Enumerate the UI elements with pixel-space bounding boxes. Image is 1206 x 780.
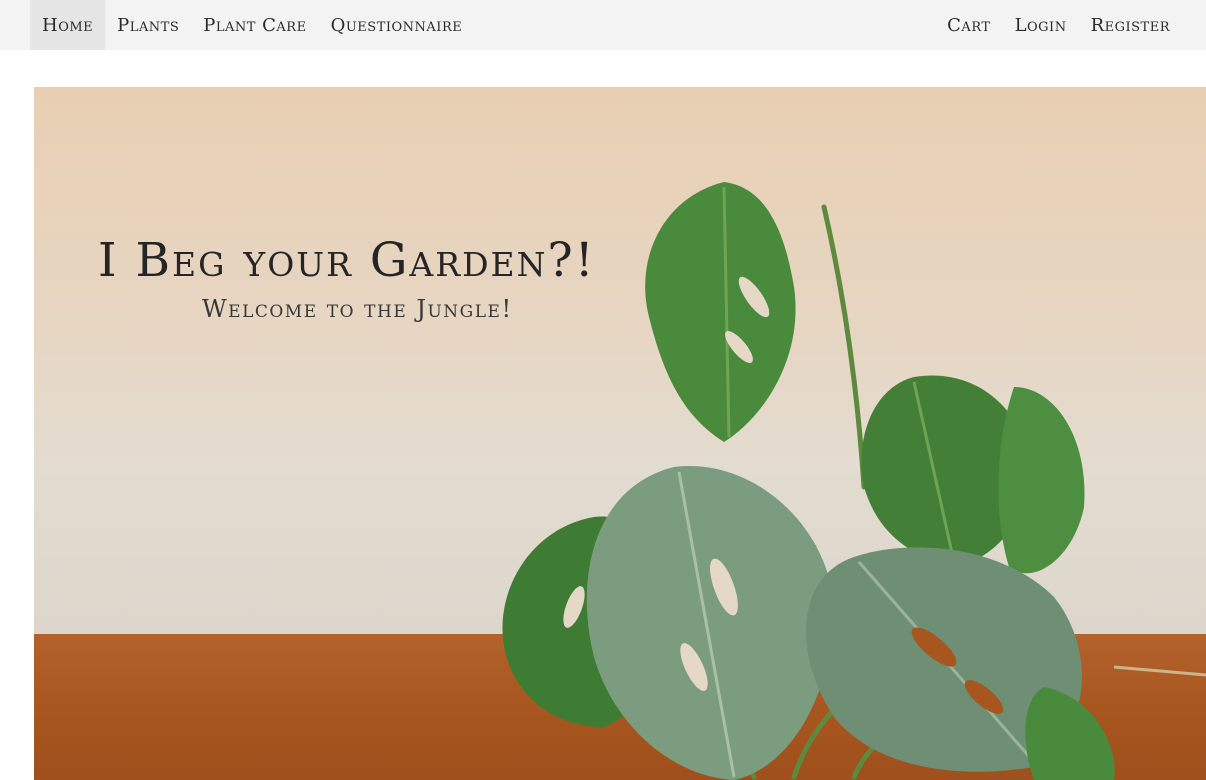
monstera-plant-illustration: [502, 182, 1206, 780]
hero-banner: I Beg your Garden?! Welcome to the Jungl…: [34, 87, 1206, 780]
nav-right-group: Cart Login Register: [935, 0, 1206, 50]
nav-link-plant-care[interactable]: Plant Care: [191, 0, 318, 50]
nav-link-login[interactable]: Login: [1003, 0, 1079, 50]
nav-link-cart[interactable]: Cart: [935, 0, 1002, 50]
hero-subtitle: Welcome to the Jungle!: [202, 295, 513, 323]
top-navbar: Home Plants Plant Care Questionnaire Car…: [0, 0, 1206, 50]
hero-title: I Beg your Garden?!: [98, 233, 596, 288]
nav-link-home[interactable]: Home: [30, 0, 106, 50]
nav-link-register[interactable]: Register: [1079, 0, 1182, 50]
nav-left-group: Home Plants Plant Care Questionnaire: [0, 0, 474, 50]
nav-link-questionnaire[interactable]: Questionnaire: [319, 0, 475, 50]
nav-link-plants[interactable]: Plants: [105, 0, 191, 50]
